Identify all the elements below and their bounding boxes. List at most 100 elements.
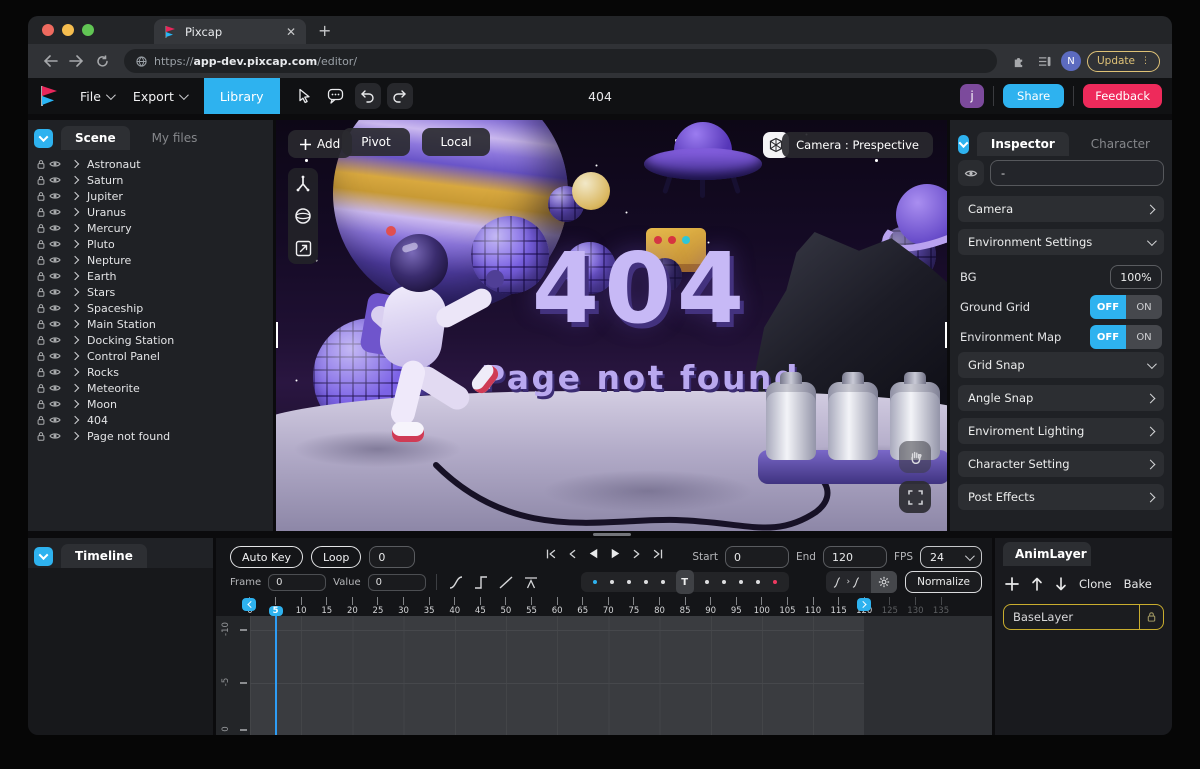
toggle-on[interactable]: ON bbox=[1126, 295, 1162, 319]
new-tab-button[interactable]: + bbox=[318, 21, 331, 40]
keyframe-dot[interactable] bbox=[610, 580, 614, 584]
lock-icon[interactable] bbox=[34, 255, 48, 266]
expand-chevron-icon[interactable] bbox=[71, 384, 79, 392]
keyframe-dot[interactable] bbox=[722, 580, 726, 584]
pan-hand-button[interactable] bbox=[899, 441, 931, 473]
scene-object-row[interactable]: Meteorite bbox=[34, 380, 273, 396]
scene-object-row[interactable]: Moon bbox=[34, 396, 273, 412]
expand-chevron-icon[interactable] bbox=[71, 160, 79, 168]
user-avatar[interactable]: j bbox=[960, 84, 984, 108]
toggle-off[interactable]: OFF bbox=[1090, 325, 1126, 349]
reload-icon[interactable] bbox=[92, 51, 112, 71]
loop-button[interactable]: Loop bbox=[311, 546, 361, 568]
zoom-window-button[interactable] bbox=[82, 24, 94, 36]
step-curve-icon[interactable] bbox=[472, 574, 490, 590]
object-name-field[interactable]: - bbox=[990, 160, 1164, 186]
keyframe-dot[interactable] bbox=[705, 580, 709, 584]
inspector-section-header[interactable]: Post Effects bbox=[958, 484, 1164, 510]
step-forward-icon[interactable] bbox=[630, 546, 644, 561]
scene-object-row[interactable]: Saturn bbox=[34, 172, 273, 188]
tab-close-icon[interactable]: ✕ bbox=[286, 26, 296, 38]
normalize-button[interactable]: Normalize bbox=[905, 571, 982, 593]
visibility-eye-icon[interactable] bbox=[48, 255, 62, 265]
update-button[interactable]: Update⋮ bbox=[1087, 51, 1160, 72]
start-frame-field[interactable]: 0 bbox=[725, 546, 789, 568]
collapse-panel-button[interactable] bbox=[34, 547, 53, 566]
scene-object-row[interactable]: Astronaut bbox=[34, 156, 273, 172]
loop-count-field[interactable]: 0 bbox=[369, 546, 415, 568]
lock-icon[interactable] bbox=[34, 175, 48, 186]
tab-search-icon[interactable] bbox=[1035, 51, 1055, 71]
move-layer-up-icon[interactable] bbox=[1031, 577, 1043, 591]
auto-key-button[interactable]: Auto Key bbox=[230, 546, 303, 568]
keyframe-dot[interactable] bbox=[661, 580, 665, 584]
comments-button[interactable] bbox=[323, 83, 349, 109]
scene-object-astronaut[interactable] bbox=[346, 242, 516, 492]
scene-object-row[interactable]: Control Panel bbox=[34, 348, 273, 364]
scene-object-row[interactable]: Earth bbox=[34, 268, 273, 284]
inspector-section-header[interactable]: Camera bbox=[958, 196, 1164, 222]
lock-icon[interactable] bbox=[34, 431, 48, 442]
lock-icon[interactable] bbox=[34, 319, 48, 330]
keyframe-dot[interactable] bbox=[739, 580, 743, 584]
tab-my-files[interactable]: My files bbox=[138, 126, 212, 150]
scene-object-row[interactable]: Uranus bbox=[34, 204, 273, 220]
panel-resize-handle[interactable] bbox=[276, 322, 278, 348]
file-menu[interactable]: File bbox=[70, 78, 123, 114]
expand-chevron-icon[interactable] bbox=[71, 176, 79, 184]
divider-grip[interactable] bbox=[593, 533, 631, 536]
visibility-eye-icon[interactable] bbox=[48, 223, 62, 233]
panel-resize-handle[interactable] bbox=[945, 322, 947, 348]
visibility-eye-icon[interactable] bbox=[48, 287, 62, 297]
expand-chevron-icon[interactable] bbox=[71, 192, 79, 200]
inspector-section-header[interactable]: Angle Snap bbox=[958, 385, 1164, 411]
range-end-marker[interactable] bbox=[857, 598, 871, 611]
collapse-panel-button[interactable] bbox=[958, 135, 969, 154]
frame-field[interactable]: 0 bbox=[268, 574, 326, 591]
visibility-eye-icon[interactable] bbox=[48, 239, 62, 249]
expand-chevron-icon[interactable] bbox=[71, 304, 79, 312]
keyframe-dot[interactable] bbox=[644, 580, 648, 584]
undo-button[interactable] bbox=[355, 83, 381, 109]
ease-curve-icon[interactable] bbox=[447, 574, 465, 590]
rotate-tool-icon[interactable] bbox=[292, 205, 314, 227]
export-menu[interactable]: Export bbox=[123, 78, 196, 114]
visibility-eye-icon[interactable] bbox=[48, 207, 62, 217]
off-on-toggle[interactable]: OFF ON bbox=[1090, 325, 1162, 349]
back-icon[interactable] bbox=[40, 51, 60, 71]
feedback-button[interactable]: Feedback bbox=[1083, 84, 1162, 108]
visibility-eye-icon[interactable] bbox=[48, 415, 62, 425]
expand-chevron-icon[interactable] bbox=[71, 288, 79, 296]
scene-object-row[interactable]: Mercury bbox=[34, 220, 273, 236]
scene-object-row[interactable]: Jupiter bbox=[34, 188, 273, 204]
inspector-section-header[interactable]: Environment Settings bbox=[958, 229, 1164, 255]
visibility-eye-icon[interactable] bbox=[48, 303, 62, 313]
pixcap-logo[interactable] bbox=[38, 84, 60, 108]
inspector-section-header[interactable]: Character Setting bbox=[958, 451, 1164, 477]
copy-curve-icon[interactable]: › bbox=[826, 571, 872, 593]
browser-profile-avatar[interactable]: N bbox=[1061, 51, 1081, 71]
tab-inspector[interactable]: Inspector bbox=[977, 132, 1069, 156]
tab-scene[interactable]: Scene bbox=[61, 126, 130, 150]
lock-icon[interactable] bbox=[34, 271, 48, 282]
timeline-graph-area[interactable]: -10-50 bbox=[216, 616, 992, 735]
toggle-off[interactable]: OFF bbox=[1090, 295, 1126, 319]
expand-chevron-icon[interactable] bbox=[71, 400, 79, 408]
camera-mode-label[interactable]: Camera : Prespective bbox=[782, 132, 933, 158]
visibility-eye-icon[interactable] bbox=[48, 191, 62, 201]
extensions-icon[interactable] bbox=[1009, 51, 1029, 71]
bake-layer-button[interactable]: Bake bbox=[1124, 577, 1152, 591]
t-keyframe-button[interactable]: T bbox=[676, 570, 694, 594]
visibility-eye-icon[interactable] bbox=[48, 175, 62, 185]
pivot-button[interactable]: Pivot bbox=[342, 128, 410, 156]
visibility-eye-icon[interactable] bbox=[48, 399, 62, 409]
browser-tab[interactable]: Pixcap ✕ bbox=[154, 19, 306, 44]
visibility-eye-icon[interactable] bbox=[48, 319, 62, 329]
tab-timeline[interactable]: Timeline bbox=[61, 544, 147, 568]
linear-curve-icon[interactable] bbox=[497, 574, 515, 590]
move-layer-down-icon[interactable] bbox=[1055, 577, 1067, 591]
lock-icon[interactable] bbox=[34, 303, 48, 314]
play-forward-icon[interactable] bbox=[608, 546, 623, 561]
expand-chevron-icon[interactable] bbox=[71, 432, 79, 440]
off-on-toggle[interactable]: OFF ON bbox=[1090, 295, 1162, 319]
